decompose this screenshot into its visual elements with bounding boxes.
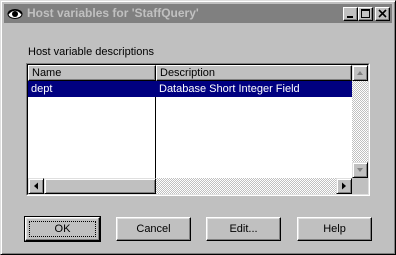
eye-icon xyxy=(7,9,23,19)
help-label: Help xyxy=(323,223,346,235)
group-label: Host variable descriptions xyxy=(28,46,154,58)
table-row[interactable]: dept Database Short Integer Field xyxy=(28,81,352,97)
close-button[interactable] xyxy=(375,7,390,21)
scrollbar-corner xyxy=(352,178,368,194)
up-arrow-icon xyxy=(357,71,363,75)
column-header-name[interactable]: Name xyxy=(28,65,156,81)
down-arrow-icon xyxy=(357,168,363,172)
column-header-description[interactable]: Description xyxy=(156,65,352,81)
left-arrow-icon xyxy=(34,182,38,190)
cancel-button[interactable]: Cancel xyxy=(116,217,191,241)
window-title: Host variables for 'StaffQuery' xyxy=(27,6,199,20)
cell-name: dept xyxy=(31,83,53,95)
close-icon xyxy=(378,9,387,18)
focus-rectangle xyxy=(29,221,96,237)
title-bar[interactable]: Host variables for 'StaffQuery' xyxy=(4,4,392,23)
help-button[interactable]: Help xyxy=(297,217,372,241)
edit-button[interactable]: Edit... xyxy=(206,217,281,241)
scroll-thumb[interactable] xyxy=(44,178,156,194)
scroll-right-button[interactable] xyxy=(336,178,352,194)
cell-description: Database Short Integer Field xyxy=(159,83,300,95)
minimize-icon xyxy=(347,16,353,18)
ok-button[interactable]: OK xyxy=(24,216,101,242)
right-arrow-icon xyxy=(342,182,346,190)
horizontal-scrollbar[interactable] xyxy=(28,178,352,194)
maximize-button[interactable] xyxy=(358,7,373,21)
scroll-down-button[interactable] xyxy=(352,162,368,178)
scroll-up-button[interactable] xyxy=(352,65,368,81)
maximize-icon xyxy=(361,9,370,18)
minimize-button[interactable] xyxy=(343,7,358,21)
vertical-scrollbar[interactable] xyxy=(352,65,368,178)
cancel-label: Cancel xyxy=(136,223,171,235)
edit-label: Edit... xyxy=(229,223,258,235)
host-variable-list[interactable]: Name Description dept Database Short Int… xyxy=(26,63,370,196)
scroll-left-button[interactable] xyxy=(28,178,44,194)
host-variables-dialog: Host variables for 'StaffQuery' Host var… xyxy=(0,0,396,255)
